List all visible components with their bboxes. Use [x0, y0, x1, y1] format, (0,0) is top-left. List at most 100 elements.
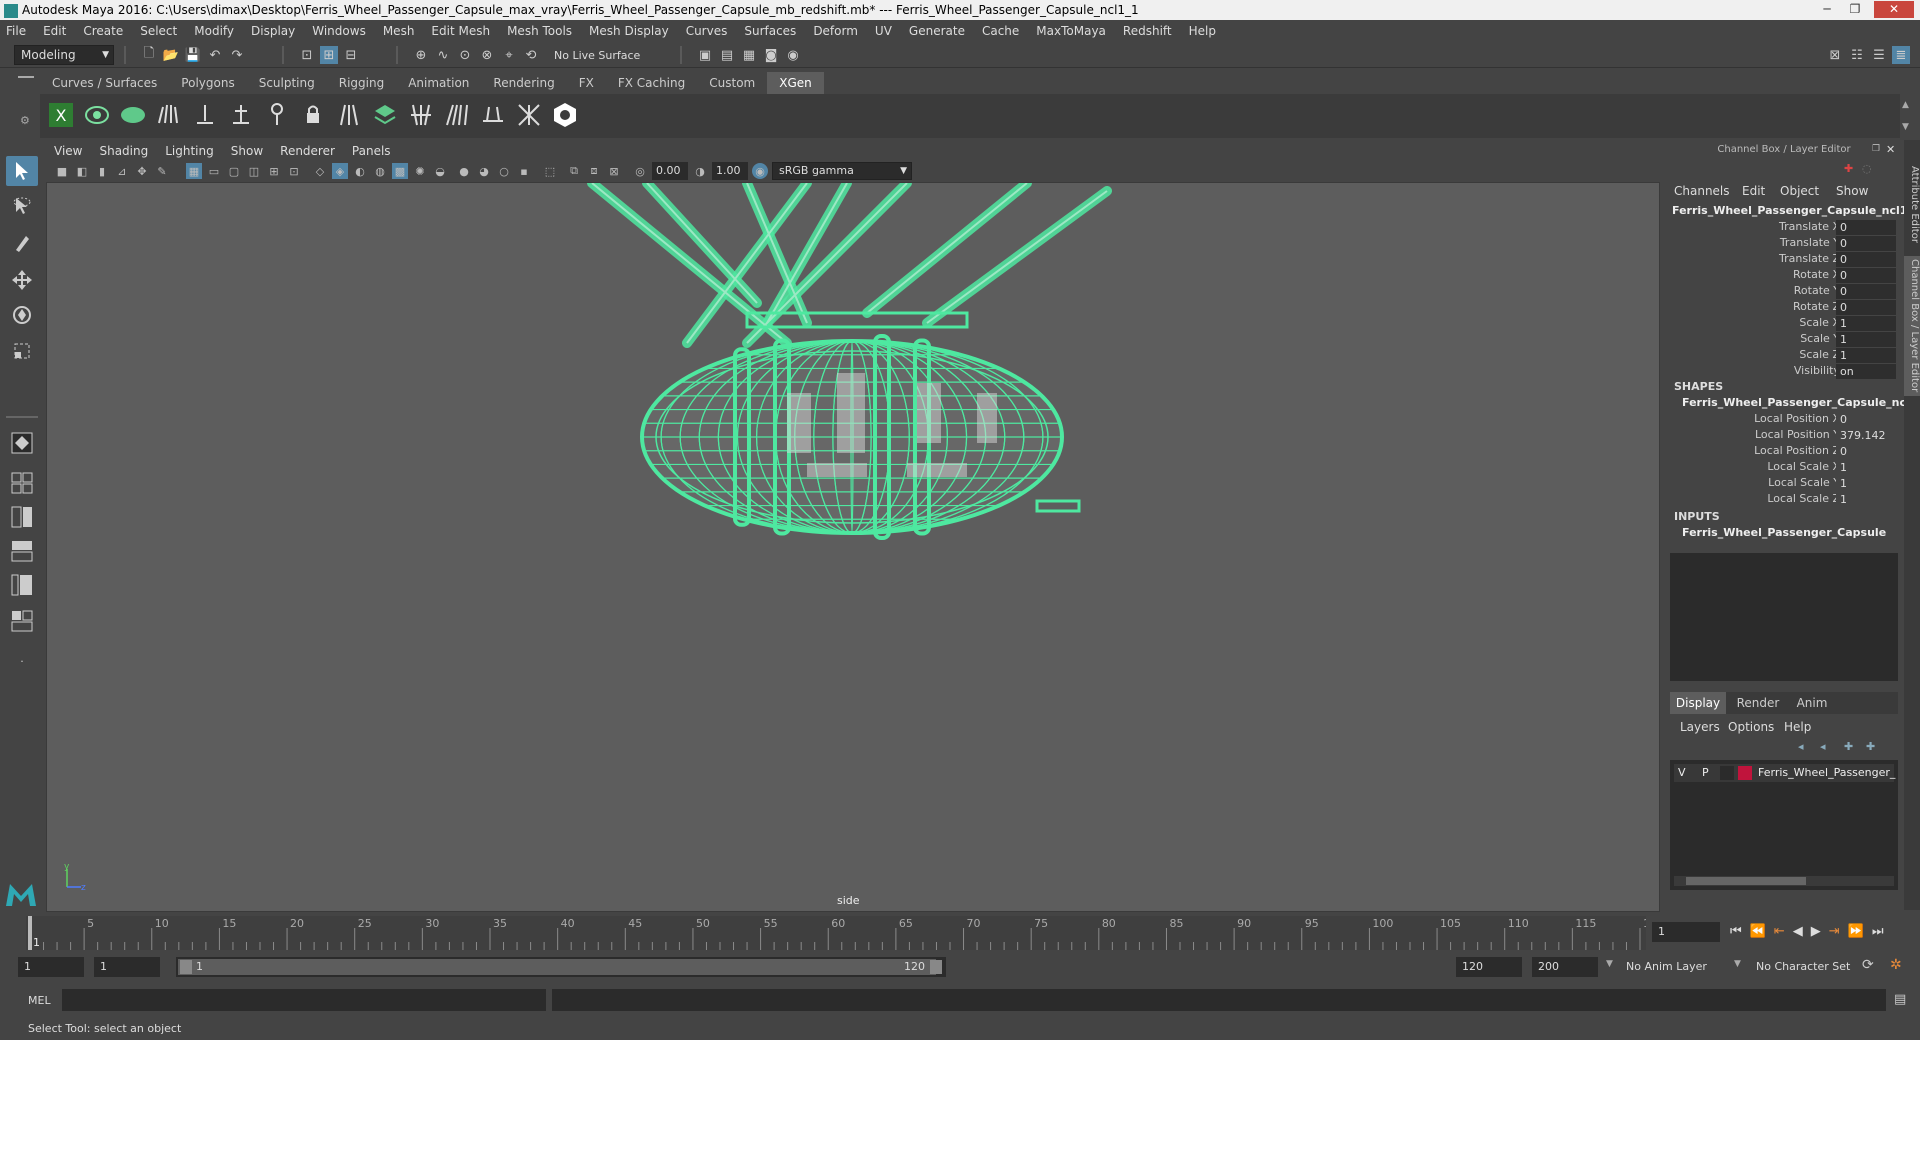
menu-display[interactable]: Display — [251, 24, 295, 38]
close-button[interactable]: ✕ — [1874, 1, 1914, 18]
menu-file[interactable]: File — [6, 24, 26, 38]
select-tool-icon[interactable] — [6, 156, 38, 186]
time-ruler[interactable]: 5 10 15 20 25 30 35 40 45 50 55 60 65 70 75 80 85 90 95 100… — [26, 916, 1646, 950]
tool-settings-icon[interactable]: ☰ — [1870, 46, 1888, 64]
xgen-collection-icon[interactable] — [116, 98, 150, 132]
field-chart-icon[interactable]: ⊞ — [266, 163, 282, 179]
shelf-menu-icon[interactable] — [18, 76, 34, 78]
bookmark-icon[interactable]: ▮ — [94, 163, 110, 179]
xgen-groom-icon[interactable] — [152, 98, 186, 132]
shelf-tab-custom[interactable]: Custom — [697, 72, 767, 94]
channel-value[interactable]: on — [1836, 364, 1896, 379]
attribute-editor-tab[interactable]: Attribute Editor — [1904, 154, 1920, 254]
time-slider[interactable]: 5 10 15 20 25 30 35 40 45 50 55 60 65 70 75 80 85 90 95 100… — [0, 912, 1920, 952]
layer-reference-toggle[interactable] — [1720, 766, 1734, 780]
menu-mesh-tools[interactable]: Mesh Tools — [507, 24, 572, 38]
twod-pan-icon[interactable]: ✥ — [134, 163, 150, 179]
range-end-handle[interactable] — [930, 960, 942, 974]
scrollbar-thumb[interactable] — [1686, 877, 1806, 885]
layer-row[interactable]: V P Ferris_Wheel_Passenger_ — [1674, 764, 1895, 782]
camera-select-icon[interactable]: ■ — [54, 163, 70, 179]
menu-generate[interactable]: Generate — [909, 24, 965, 38]
tab-anim[interactable]: Anim — [1786, 692, 1838, 714]
move-layer-down-icon[interactable]: ◂ — [1820, 740, 1826, 753]
xray-icon[interactable]: ▩ — [392, 163, 408, 179]
select-component-icon[interactable]: ⊟ — [342, 46, 360, 64]
channel-value[interactable]: 0 — [1836, 444, 1896, 459]
channel-value[interactable]: 0 — [1836, 412, 1896, 427]
select-object-icon[interactable]: ⊞ — [320, 46, 338, 64]
hypershade-icon[interactable]: ◙ — [762, 46, 780, 64]
menu-windows[interactable]: Windows — [312, 24, 366, 38]
gamma-field[interactable]: 1.00 — [712, 162, 748, 180]
layer-playback-toggle[interactable]: P — [1702, 766, 1709, 779]
snap-live-icon[interactable]: ⟲ — [522, 46, 540, 64]
shape-channel-row[interactable]: Local Position Y 379.142 — [1664, 428, 1904, 444]
snap-grid-icon[interactable]: ⊕ — [412, 46, 430, 64]
move-layer-up-icon[interactable]: ◂ — [1798, 740, 1804, 753]
mel-label[interactable]: MEL — [28, 994, 51, 1007]
range-start-handle[interactable] — [180, 960, 192, 974]
step-forward-icon[interactable]: ⏩ — [1848, 924, 1864, 939]
layout-single-icon[interactable] — [6, 428, 38, 458]
channel-box-tab[interactable]: Channel Box / Layer Editor — [1904, 256, 1920, 396]
motion-blur-icon[interactable]: ◕ — [476, 163, 492, 179]
channel-row[interactable]: Translate X0 — [1664, 220, 1904, 236]
render-frame-icon[interactable]: ▣ — [696, 46, 714, 64]
channel-row[interactable]: Rotate Y0 — [1664, 284, 1904, 300]
range-slider[interactable]: 1 120 — [176, 957, 946, 977]
play-forward-icon[interactable]: ▶ — [1811, 924, 1821, 939]
shelf-tab-curves-surfaces[interactable]: Curves / Surfaces — [40, 72, 169, 94]
layout-uv-icon[interactable] — [6, 606, 38, 636]
channel-value[interactable]: 0 — [1836, 220, 1896, 235]
menu-edit-mesh[interactable]: Edit Mesh — [431, 24, 490, 38]
command-input[interactable] — [62, 989, 546, 1011]
shelf-tab-animation[interactable]: Animation — [396, 72, 481, 94]
channel-row[interactable]: Rotate Z0 — [1664, 300, 1904, 316]
xgen-clump-icon[interactable] — [440, 98, 474, 132]
shelf-tab-xgen[interactable]: XGen — [767, 72, 824, 94]
select-hierarchy-icon[interactable]: ⊡ — [298, 46, 316, 64]
new-layer-selected-icon[interactable]: ✚ — [1866, 740, 1875, 753]
shape-channel-row[interactable]: Local Scale Y1 — [1664, 476, 1904, 492]
minimize-button[interactable]: ─ — [1814, 1, 1840, 18]
channel-value[interactable]: 0 — [1836, 236, 1896, 251]
channel-row[interactable]: Scale X1 — [1664, 316, 1904, 332]
viewport-menu-show[interactable]: Show — [231, 144, 263, 158]
channel-value[interactable]: 1 — [1836, 332, 1896, 347]
start-time-field[interactable]: 1 — [18, 957, 84, 977]
shape-channel-row[interactable]: Local Scale Z1 — [1664, 492, 1904, 508]
save-scene-icon[interactable]: 💾 — [184, 46, 202, 64]
menu-mesh[interactable]: Mesh — [383, 24, 415, 38]
channel-value[interactable]: 1 — [1836, 476, 1896, 491]
undo-icon[interactable]: ↶ — [206, 46, 224, 64]
chevron-down-icon[interactable]: ▼ — [1734, 959, 1741, 969]
help-menu[interactable]: Help — [1784, 720, 1811, 734]
ambient-occlusion-icon[interactable]: ● — [456, 163, 472, 179]
shelf-tab-sculpting[interactable]: Sculpting — [247, 72, 327, 94]
shelf-scroll-down-icon[interactable]: ▼ — [1902, 122, 1909, 132]
layer-visibility-toggle[interactable]: V — [1678, 766, 1686, 779]
layout-outliner-icon[interactable] — [6, 570, 38, 600]
viewport-menu-panels[interactable]: Panels — [352, 144, 391, 158]
anti-alias-icon[interactable]: ○ — [496, 163, 512, 179]
layer-scrollbar[interactable] — [1674, 876, 1894, 886]
step-back-key-icon[interactable]: ⇤ — [1774, 924, 1785, 939]
resolution-gate-icon[interactable]: ▢ — [226, 163, 242, 179]
chevron-down-icon[interactable]: ▼ — [1606, 959, 1613, 969]
mode-selector[interactable]: Modeling ▼ — [14, 45, 114, 65]
play-backward-icon[interactable]: ◀ — [1793, 924, 1803, 939]
move-tool-icon[interactable] — [6, 264, 38, 294]
image-plane-icon[interactable]: ⊿ — [114, 163, 130, 179]
channel-row[interactable]: Translate Y0 — [1664, 236, 1904, 252]
xray-active-icon[interactable]: ⧈ — [586, 163, 602, 179]
shelf-tab-polygons[interactable]: Polygons — [169, 72, 246, 94]
layers-menu[interactable]: Layers — [1680, 720, 1720, 734]
depth-of-field-icon[interactable]: ▪ — [516, 163, 532, 179]
channel-value[interactable]: 0 — [1836, 268, 1896, 283]
object-name[interactable]: Ferris_Wheel_Passenger_Capsule_ncl1_1 — [1672, 204, 1920, 217]
xgen-layers-icon[interactable] — [368, 98, 402, 132]
viewport-menu-view[interactable]: View — [54, 144, 82, 158]
smooth-shade-icon[interactable]: ◈ — [332, 163, 348, 179]
scale-tool-icon[interactable] — [6, 336, 38, 366]
